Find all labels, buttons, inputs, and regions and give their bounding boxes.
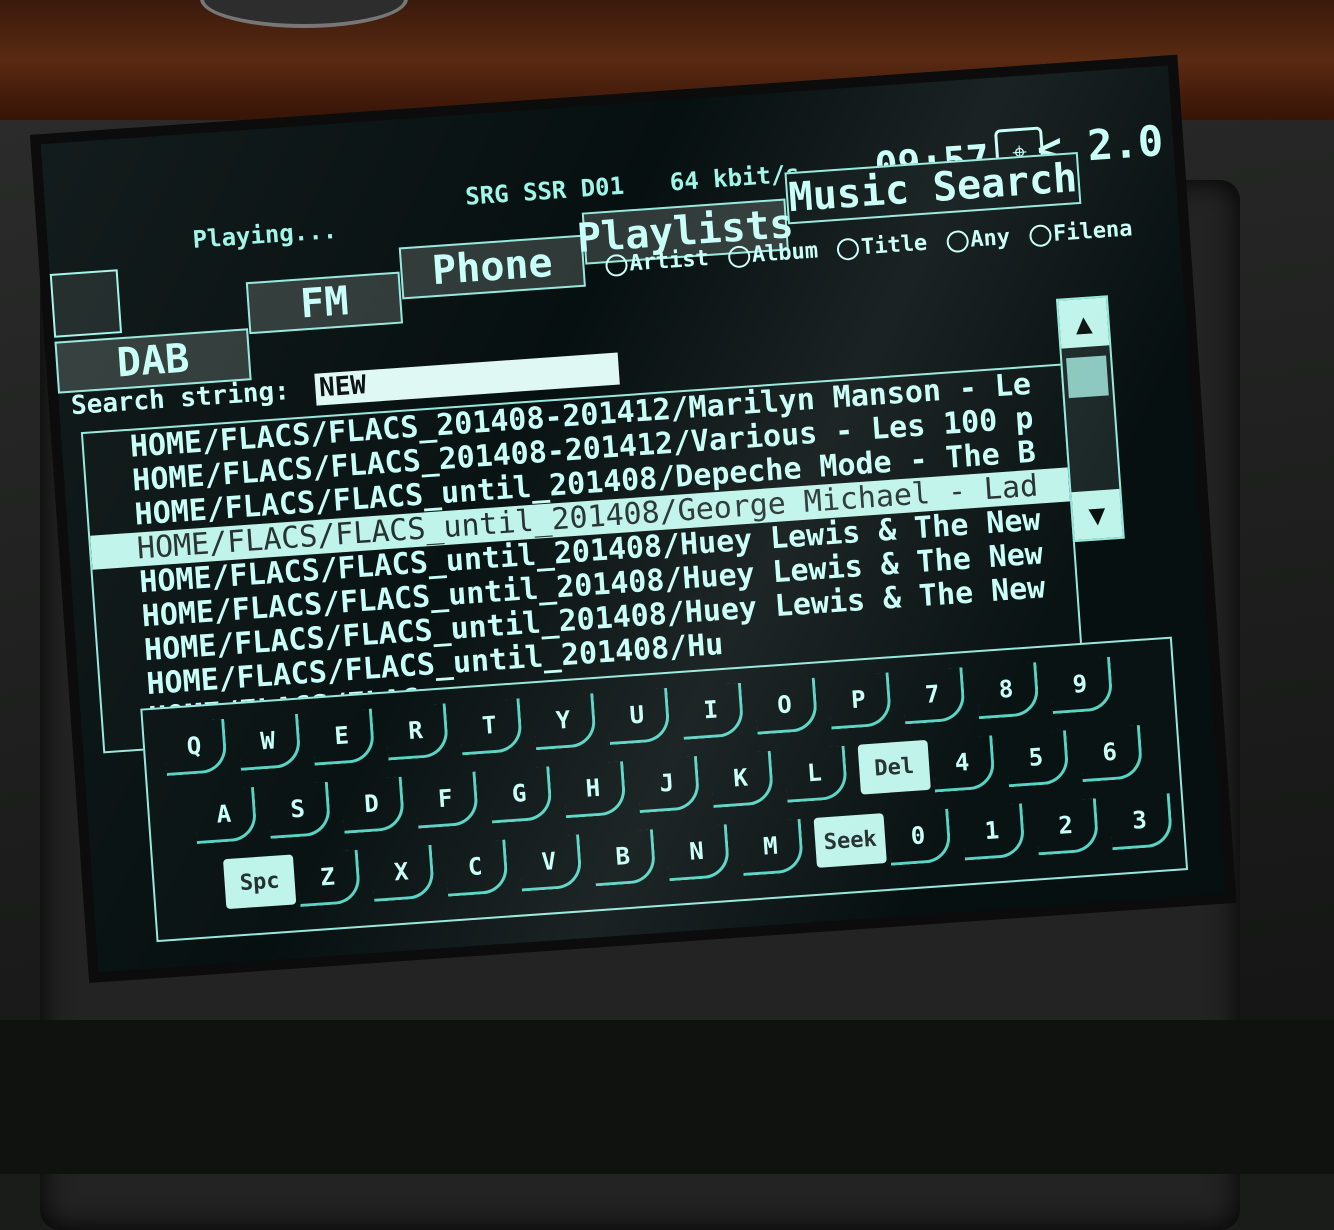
screen: Playing... SRG SSR D01 64 kbit/s 09:57 ⌖… xyxy=(40,65,1226,973)
key-b[interactable]: B xyxy=(592,829,657,887)
key-2[interactable]: 2 xyxy=(1035,798,1100,856)
key-g[interactable]: G xyxy=(488,766,554,824)
radio-dot-icon xyxy=(836,237,860,261)
scroll-up-icon[interactable]: ▲ xyxy=(1058,297,1110,349)
scroll-thumb[interactable] xyxy=(1066,355,1109,399)
key-spc[interactable]: Spc xyxy=(222,854,297,910)
playing-status: Playing... xyxy=(191,215,338,254)
bitrate: 64 kbit/s xyxy=(668,159,801,197)
station-name: SRG SSR D01 xyxy=(464,171,625,211)
lower-console xyxy=(0,1020,1334,1174)
key-h[interactable]: H xyxy=(562,761,627,819)
key-p[interactable]: P xyxy=(827,672,893,730)
key-l[interactable]: L xyxy=(783,745,849,803)
key-k[interactable]: K xyxy=(709,750,775,808)
key-9[interactable]: 9 xyxy=(1049,656,1114,715)
radio-dot-icon xyxy=(1028,224,1052,248)
apple-logo-icon[interactable] xyxy=(49,269,123,338)
key-t[interactable]: T xyxy=(458,698,524,756)
key-del[interactable]: Del xyxy=(857,739,931,795)
key-x[interactable]: X xyxy=(370,844,436,902)
radio-dot-icon xyxy=(727,245,751,269)
radio-any[interactable]: Any xyxy=(945,225,1011,254)
key-5[interactable]: 5 xyxy=(1005,730,1070,788)
key-c[interactable]: C xyxy=(444,839,510,897)
key-y[interactable]: Y xyxy=(532,693,597,751)
dashboard-knob xyxy=(200,0,408,28)
key-r[interactable]: R xyxy=(384,703,450,761)
radio-title[interactable]: Title xyxy=(836,231,928,262)
head-unit-display: Playing... SRG SSR D01 64 kbit/s 09:57 ⌖… xyxy=(30,54,1237,983)
key-a[interactable]: A xyxy=(193,786,258,845)
radio-dot-icon xyxy=(945,229,970,254)
key-1[interactable]: 1 xyxy=(961,803,1026,861)
key-i[interactable]: I xyxy=(680,682,745,740)
key-z[interactable]: Z xyxy=(296,849,362,908)
key-q[interactable]: Q xyxy=(163,718,228,777)
radio-dot-icon xyxy=(604,253,629,278)
key-4[interactable]: 4 xyxy=(931,735,996,793)
key-d[interactable]: D xyxy=(340,776,406,834)
key-6[interactable]: 6 xyxy=(1079,725,1144,783)
key-seek[interactable]: Seek xyxy=(813,813,887,868)
key-j[interactable]: J xyxy=(636,755,701,814)
key-f[interactable]: F xyxy=(414,771,480,829)
key-w[interactable]: W xyxy=(237,713,302,771)
key-0[interactable]: 0 xyxy=(887,808,952,866)
key-e[interactable]: E xyxy=(310,708,376,766)
radio-album[interactable]: Album xyxy=(727,238,819,269)
key-3[interactable]: 3 xyxy=(1108,793,1174,851)
tab-fm[interactable]: FM xyxy=(245,271,404,335)
key-m[interactable]: M xyxy=(739,818,805,877)
scroll-down-icon[interactable]: ▼ xyxy=(1071,488,1123,541)
key-8[interactable]: 8 xyxy=(975,662,1040,720)
key-7[interactable]: 7 xyxy=(901,667,967,725)
key-u[interactable]: U xyxy=(606,687,671,746)
key-n[interactable]: N xyxy=(665,824,731,882)
key-v[interactable]: V xyxy=(518,834,583,892)
key-s[interactable]: S xyxy=(266,781,332,839)
key-o[interactable]: O xyxy=(753,677,819,735)
